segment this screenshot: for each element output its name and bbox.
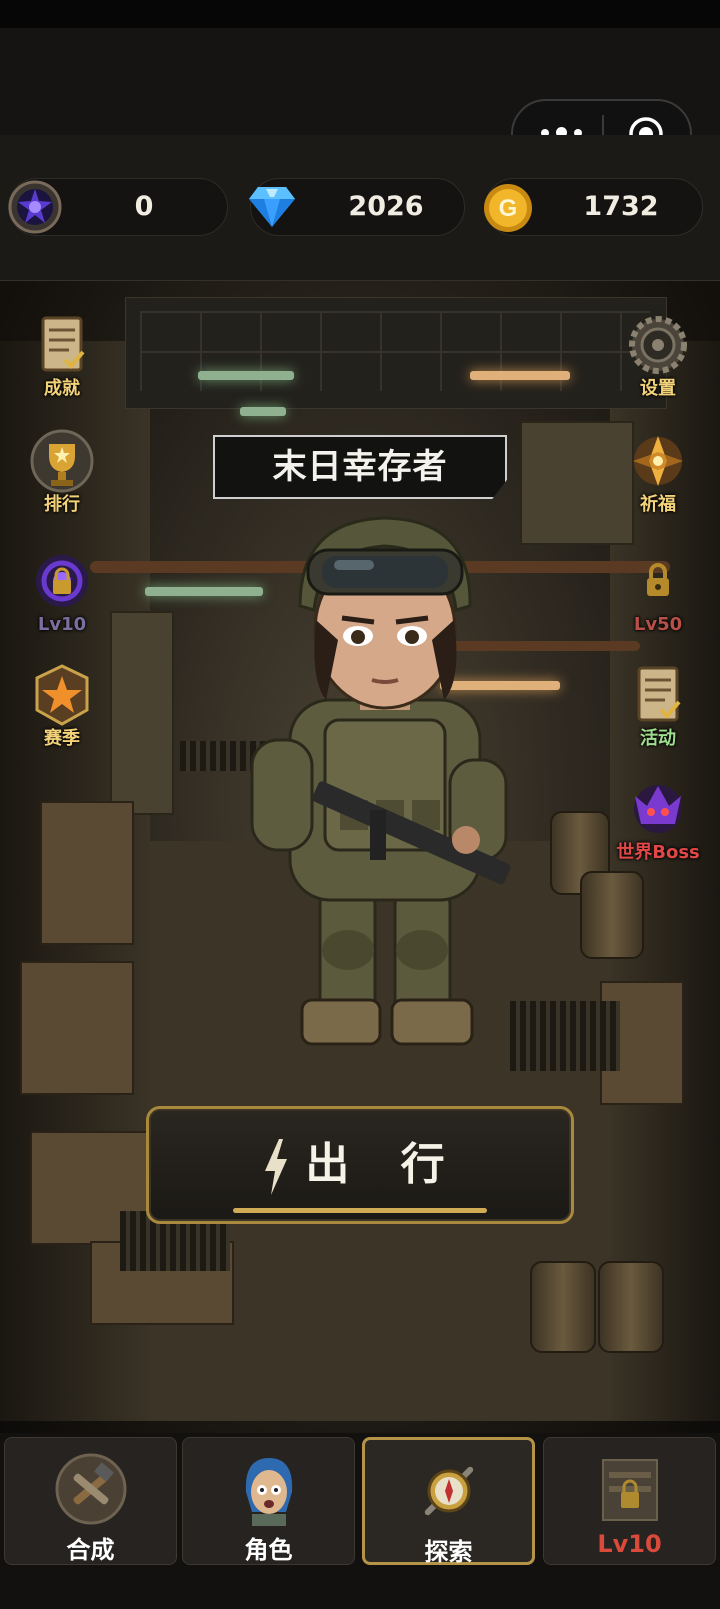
event-scroll-icon — [637, 666, 681, 722]
ranking-label: 排行 — [44, 494, 80, 515]
go-out-button[interactable]: 出 行 — [146, 1106, 574, 1224]
settings-button[interactable]: 设置 — [608, 312, 708, 400]
lightning-icon — [265, 1139, 287, 1195]
scene-shelf — [110, 611, 174, 815]
shop-lock-level: Lv10 — [597, 1530, 662, 1558]
star-badge-icon — [35, 664, 89, 726]
soldier-character — [250, 516, 511, 1046]
scene-crate — [20, 961, 134, 1095]
events-button[interactable]: 活动 — [608, 662, 708, 750]
craft-tools-icon — [55, 1453, 126, 1525]
scroll-icon — [41, 316, 85, 372]
prayer-emblem-icon — [633, 436, 683, 486]
character-title: 末日幸存者 — [213, 435, 507, 499]
diamond-value: 2026 — [348, 191, 424, 222]
bottom-nav: 合成 角色 探索 Lv10 — [0, 1433, 720, 1609]
svg-text:G: G — [499, 195, 518, 222]
locked-portal-button[interactable]: Lv10 — [12, 548, 112, 636]
tab-craft-label: 合成 — [66, 1536, 115, 1564]
scene-lamp — [198, 371, 294, 380]
portal-lock-level: Lv10 — [37, 614, 87, 635]
scene-barrel — [598, 1261, 664, 1353]
tab-explore-label: 探索 — [424, 1538, 473, 1566]
events-label: 活动 — [640, 728, 676, 749]
blessing-label: 祈福 — [640, 494, 676, 515]
scene-barrel — [580, 871, 644, 959]
locked-portal-icon — [36, 555, 88, 607]
scene-lamp — [240, 407, 286, 416]
trophy-icon — [30, 429, 94, 493]
tab-craft[interactable]: 合成 — [4, 1437, 177, 1565]
boss-icon — [634, 785, 682, 833]
scene-barrel — [530, 1261, 596, 1353]
locked-icon — [647, 563, 669, 596]
tab-explore[interactable]: 探索 — [362, 1437, 535, 1566]
compass-icon — [424, 1466, 473, 1516]
world-boss-label: 世界Boss — [616, 842, 700, 863]
gold-coin-icon: G — [484, 184, 532, 232]
purple-crystal-icon — [8, 180, 62, 234]
tab-character[interactable]: 角色 — [182, 1437, 355, 1565]
scene-crate — [40, 801, 134, 945]
tab-locked-shop[interactable]: Lv10 — [543, 1437, 716, 1565]
go-button-underline — [233, 1208, 487, 1213]
achievements-button[interactable]: 成就 — [12, 312, 112, 400]
ranking-button[interactable]: 排行 — [12, 428, 112, 516]
blessing-button[interactable]: 祈福 — [608, 428, 708, 516]
tab-character-label: 角色 — [244, 1536, 293, 1564]
scene-lamp — [470, 371, 570, 380]
achievements-label: 成就 — [44, 378, 80, 399]
gear-icon — [629, 316, 687, 374]
settings-label: 设置 — [640, 378, 676, 399]
go-out-label: 出 行 — [305, 1139, 463, 1190]
crystal-value: 0 — [134, 191, 154, 222]
status-strip — [0, 0, 720, 28]
gold-value: 1732 — [583, 191, 659, 222]
character-icon — [245, 1458, 292, 1526]
lv50-lock-level: Lv50 — [633, 614, 683, 635]
blue-diamond-icon — [249, 187, 295, 227]
locked-shop-icon — [601, 1459, 658, 1521]
world-boss-button[interactable]: 世界Boss — [606, 776, 710, 864]
season-label: 赛季 — [44, 728, 80, 749]
locked-lv50-button[interactable]: Lv50 — [608, 548, 708, 636]
season-button[interactable]: 赛季 — [12, 662, 112, 750]
